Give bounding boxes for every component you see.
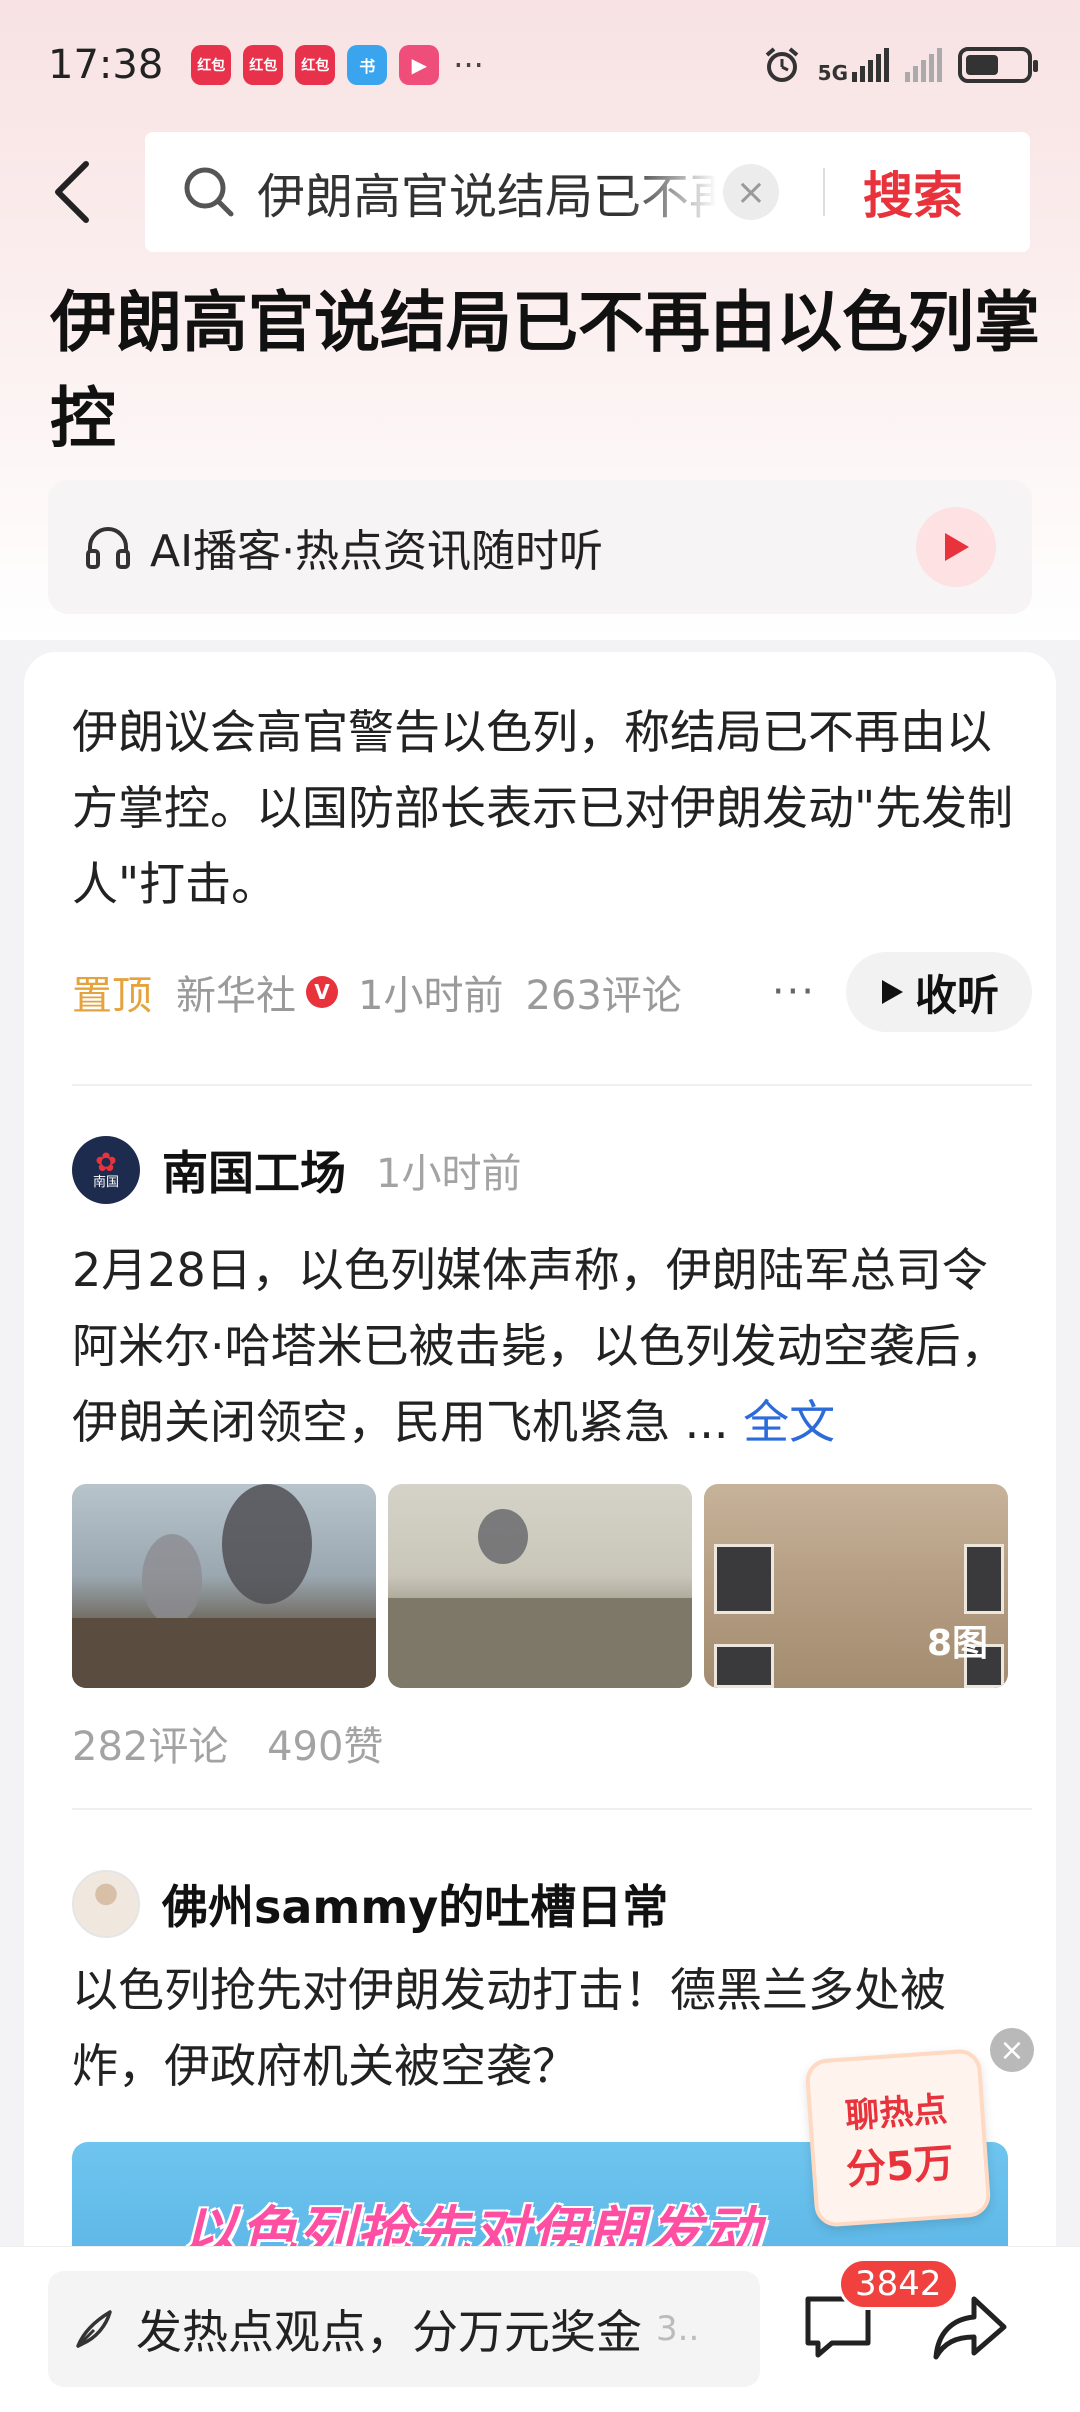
headphones-icon <box>86 527 130 569</box>
close-promo-button[interactable]: × <box>990 2028 1034 2072</box>
chevron-left-icon <box>55 161 89 223</box>
city-skyline <box>388 1598 692 1688</box>
post-image[interactable] <box>72 1484 376 1688</box>
signal-strength-icon <box>852 48 889 82</box>
clear-search-button[interactable]: × <box>723 164 779 220</box>
publish-time: 1小时前 <box>358 973 504 1019</box>
post-text: 2月28日，以色列媒体声称，伊朗陆军总司令阿米尔·哈塔米已被击毙，以色列发动空袭… <box>72 1243 1007 1449</box>
full-text-link[interactable]: 全文 <box>743 1395 835 1449</box>
red-packet-app-icon: 红包 <box>243 45 284 85</box>
status-time: 17:38 <box>48 42 164 88</box>
avatar-label: 南国 <box>92 1175 119 1190</box>
divider <box>72 1808 1032 1810</box>
window-shape <box>714 1644 774 1688</box>
promo-line2: 分5万 <box>844 2139 956 2194</box>
second-sim-signal-icon <box>905 48 942 82</box>
ai-podcast-bar[interactable]: AI播客·热点资讯随时听 <box>48 480 1032 614</box>
image-gallery[interactable]: 8图 <box>72 1484 1008 1688</box>
status-indicators: 5G <box>762 45 1038 85</box>
comment-count[interactable]: 263评论 <box>525 963 681 1021</box>
battery-icon <box>958 47 1038 83</box>
red-packet-app-icon: 红包 <box>191 45 232 85</box>
search-divider <box>823 168 825 216</box>
post-stats: 282评论 490赞 <box>72 1714 409 1772</box>
search-input[interactable]: 伊朗高官说结局已不再由以色列掌控 <box>257 157 717 227</box>
play-icon <box>881 980 903 1004</box>
window-shape <box>964 1544 1004 1614</box>
search-bar[interactable]: 伊朗高官说结局已不再由以色列掌控 × 搜索 <box>145 132 1030 252</box>
comment-more: 3.. <box>656 2309 700 2349</box>
like-count[interactable]: 490赞 <box>267 1724 383 1770</box>
comment-input[interactable]: 发热点观点，分万元奖金 3.. <box>48 2271 760 2387</box>
comment-count-badge: 3842 <box>838 2258 959 2310</box>
smoke-shape <box>478 1509 528 1564</box>
avatar[interactable] <box>72 1870 140 1938</box>
author-name[interactable]: 佛州sammy的吐槽日常 <box>162 1871 668 1937</box>
close-icon: × <box>735 171 767 213</box>
promo-line1: 聊热点 <box>843 2089 949 2137</box>
alarm-icon <box>765 47 798 82</box>
post-body[interactable]: 2月28日，以色列媒体声称，伊朗陆军总司令阿米尔·哈塔米已被击毙，以色列发动空袭… <box>72 1232 1032 1460</box>
smoke-shape <box>222 1484 312 1604</box>
book-app-icon: 书 <box>347 45 388 85</box>
post-header[interactable]: ✿ 南国 南国工场 1小时前 <box>72 1136 521 1204</box>
avatar[interactable]: ✿ 南国 <box>72 1136 140 1204</box>
network-type-label: 5G <box>817 61 848 85</box>
more-notifications-icon: ··· <box>453 46 484 84</box>
back-button[interactable] <box>40 152 104 232</box>
post-image[interactable] <box>388 1484 692 1688</box>
search-button[interactable]: 搜索 <box>863 156 963 228</box>
post-time: 1小时前 <box>376 1151 522 1197</box>
smoke-shape <box>142 1534 202 1624</box>
source-name[interactable]: 新华社 <box>176 963 296 1021</box>
comment-placeholder: 发热点观点，分万元奖金 <box>136 2305 642 2359</box>
summary-meta: 置顶 新华社 V 1小时前 263评论 ··· 收听 <box>72 952 1032 1032</box>
author-name[interactable]: 南国工场 <box>162 1137 346 1203</box>
post-header[interactable]: 佛州sammy的吐槽日常 <box>72 1870 668 1938</box>
city-skyline <box>72 1618 376 1688</box>
listen-label: 收听 <box>914 970 999 1020</box>
battery-level <box>966 55 998 75</box>
search-icon <box>184 167 234 217</box>
red-packet-app-icon: 红包 <box>295 45 336 85</box>
post-image[interactable]: 8图 <box>704 1484 1008 1688</box>
verified-badge-icon: V <box>306 976 338 1008</box>
flower-logo-icon: ✿ <box>95 1148 117 1178</box>
podcast-label: AI播客·热点资讯随时听 <box>150 526 604 577</box>
status-bar: 17:38 红包 红包 红包 书 ▶ ··· 5G <box>0 0 1080 130</box>
news-summary[interactable]: 伊朗议会高官警告以色列，称结局已不再由以方掌控。以国防部长表示已对伊朗发动"先发… <box>72 694 1032 922</box>
pen-icon <box>76 2310 112 2348</box>
pinned-tag: 置顶 <box>72 973 152 1019</box>
hot-topic-promo[interactable]: ¥ 聊热点 分5万 × <box>804 2028 1034 2228</box>
more-options-icon[interactable]: ··· <box>772 969 816 1015</box>
page-title: 伊朗高官说结局已不再由以色列掌控 <box>50 284 1040 457</box>
video-app-icon: ▶ <box>399 45 440 85</box>
comment-count[interactable]: 282评论 <box>72 1724 228 1770</box>
podcast-play-button[interactable] <box>916 507 996 587</box>
image-count: 8图 <box>926 1623 988 1664</box>
listen-button[interactable]: 收听 <box>846 952 1032 1032</box>
promo-card[interactable]: 聊热点 分5万 <box>804 2048 992 2228</box>
window-shape <box>714 1544 774 1614</box>
divider <box>72 1084 1032 1086</box>
play-icon <box>945 533 969 561</box>
